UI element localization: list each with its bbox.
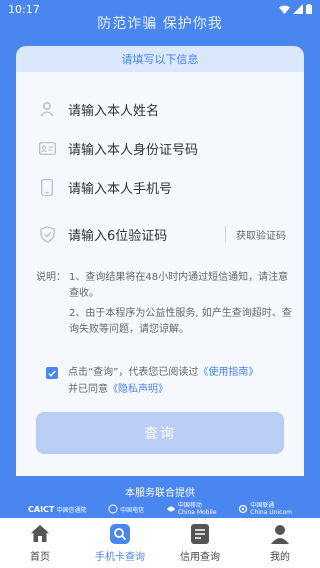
note-2-text: 2、由于本程序为公益性服务, 如产生查询超时、查询失败等问题，请您谅解。: [69, 308, 292, 335]
person-icon: [38, 100, 56, 118]
privacy-link[interactable]: 《隐私声明》: [108, 384, 168, 395]
card-header: 请填写以下信息: [16, 46, 304, 72]
note-1: 说明： 1、查询结果将在48小时内通过短信通知，请注意查收。: [36, 270, 294, 302]
form-card: 请填写以下信息 请输入本人姓名 请输入本人身份证号码 请输入本人手机号 请输入6…: [16, 46, 304, 476]
china-telecom-logo: 中国电信: [108, 504, 144, 514]
id-number-field[interactable]: 请输入本人身份证号码: [38, 129, 286, 167]
name-placeholder: 请输入本人姓名: [68, 103, 160, 119]
tab-mine-label: 我的: [270, 551, 290, 563]
agreement: 点击“查询”，代表您已阅读过《使用指南》 并已同意《隐私声明》: [46, 364, 286, 398]
tab-credit-query-label: 信用查询: [180, 551, 220, 563]
agreement-checkbox[interactable]: [46, 367, 58, 379]
provider-logos: CAICT 中国信通院 中国电信 中国移动 China Mobile 中国联通 Chi…: [28, 501, 292, 517]
notes: 说明： 1、查询结果将在48小时内通过短信通知，请注意查收。 2、由于本程序为公…: [36, 270, 294, 338]
note-1-text: 1、查询结果将在48小时内通过短信通知，请注意查收。: [69, 272, 289, 299]
caict-logo: CAICT 中国信通院: [28, 504, 87, 514]
code-field[interactable]: 请输入6位验证码 获取验证码: [38, 215, 286, 253]
tab-mine[interactable]: 我的: [240, 518, 320, 568]
tab-credit-query[interactable]: 信用查询: [160, 518, 240, 568]
note-2: 2、由于本程序为公益性服务, 如产生查询超时、查询失败等问题，请您谅解。: [36, 306, 294, 338]
document-icon: [190, 523, 210, 544]
providers-title: 本服务联合提供: [125, 488, 195, 499]
shield-icon: [38, 225, 56, 243]
check-icon: [48, 370, 56, 377]
id-number-placeholder: 请输入本人身份证号码: [68, 142, 199, 158]
user-guide-link[interactable]: 《使用指南》: [198, 367, 258, 378]
phone-icon: [38, 178, 56, 196]
query-button[interactable]: 查询: [36, 412, 284, 454]
tab-phone-card-query[interactable]: 手机卡查询: [80, 518, 160, 568]
get-code-button[interactable]: 获取验证码: [236, 227, 286, 242]
phone-placeholder: 请输入本人手机号: [68, 181, 173, 197]
phone-field[interactable]: 请输入本人手机号: [38, 168, 286, 206]
agreement-text: 点击“查询”，代表您已阅读过《使用指南》 并已同意《隐私声明》: [68, 367, 259, 395]
person-icon: [270, 524, 290, 544]
tab-home[interactable]: 首页: [0, 518, 80, 568]
id-card-icon: [38, 139, 56, 157]
tab-phone-card-query-label: 手机卡查询: [95, 551, 145, 563]
tab-home-label: 首页: [30, 551, 50, 563]
tab-bar: 首页 手机卡查询 信用查询 我的: [0, 518, 320, 568]
notes-prefix: 说明：: [36, 272, 66, 283]
name-field[interactable]: 请输入本人姓名: [38, 90, 286, 128]
china-unicom-logo: 中国联通 China Unicom: [238, 502, 292, 516]
code-placeholder: 请输入6位验证码: [68, 228, 168, 244]
china-mobile-logo: 中国移动 China Mobile: [166, 502, 217, 516]
home-icon: [30, 524, 50, 544]
search-icon: [110, 523, 130, 544]
hero-title: 防范诈骗 保护你我: [97, 16, 223, 32]
code-divider: [225, 226, 226, 242]
